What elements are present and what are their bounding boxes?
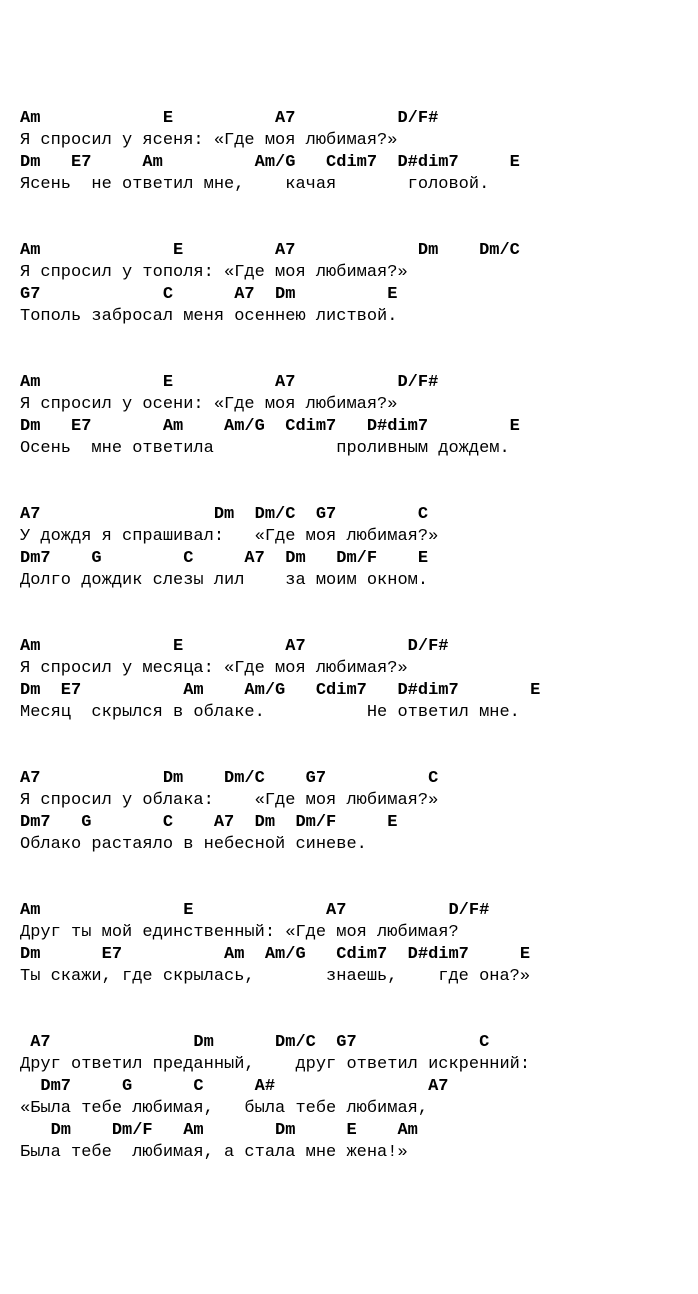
blank-line	[20, 482, 698, 504]
chord-line: Dm7 G C A# A7	[20, 1076, 698, 1098]
blank-line	[20, 460, 698, 482]
chord-line: Dm E7 Am Am/G Cdim7 D#dim7 E	[20, 416, 698, 438]
lyric-line: Облако растаяло в небесной синеве.	[20, 834, 698, 856]
lyric-line: Я спросил у облака: «Где моя любимая?»	[20, 790, 698, 812]
chord-line: G7 C A7 Dm E	[20, 284, 698, 306]
song-sheet: Am E A7 D/F#Я спросил у ясеня: «Где моя …	[20, 108, 698, 1164]
chord-line: Dm E7 Am Am/G Cdim7 D#dim7 E	[20, 680, 698, 702]
chord-line: Dm7 G C A7 Dm Dm/F E	[20, 548, 698, 570]
lyric-line: Ты скажи, где скрылась, знаешь, где она?…	[20, 966, 698, 988]
lyric-line: Ясень не ответил мне, качая головой.	[20, 174, 698, 196]
lyric-line: Месяц скрылся в облаке. Не ответил мне.	[20, 702, 698, 724]
chord-line: Am E A7 Dm Dm/C	[20, 240, 698, 262]
blank-line	[20, 878, 698, 900]
chord-line: Dm7 G C A7 Dm Dm/F E	[20, 812, 698, 834]
chord-line: Dm E7 Am Am/G Cdim7 D#dim7 E	[20, 152, 698, 174]
lyric-line: Я спросил у осени: «Где моя любимая?»	[20, 394, 698, 416]
chord-line: Am E A7 D/F#	[20, 636, 698, 658]
lyric-line: Я спросил у ясеня: «Где моя любимая?»	[20, 130, 698, 152]
blank-line	[20, 746, 698, 768]
lyric-line: Была тебе любимая, а стала мне жена!»	[20, 1142, 698, 1164]
blank-line	[20, 592, 698, 614]
lyric-line: Я спросил у месяца: «Где моя любимая?»	[20, 658, 698, 680]
lyric-line: Я спросил у тополя: «Где моя любимая?»	[20, 262, 698, 284]
lyric-line: Друг ответил преданный, друг ответил иск…	[20, 1054, 698, 1076]
blank-line	[20, 856, 698, 878]
chord-line: A7 Dm Dm/C G7 C	[20, 504, 698, 526]
chord-line: A7 Dm Dm/C G7 C	[20, 1032, 698, 1054]
blank-line	[20, 328, 698, 350]
lyric-line: Долго дождик слезы лил за моим окном.	[20, 570, 698, 592]
blank-line	[20, 614, 698, 636]
lyric-line: «Была тебе любимая, была тебе любимая,	[20, 1098, 698, 1120]
lyric-line: У дождя я спрашивал: «Где моя любимая?»	[20, 526, 698, 548]
lyric-line: Тополь забросал меня осеннею листвой.	[20, 306, 698, 328]
blank-line	[20, 218, 698, 240]
lyric-line: Друг ты мой единственный: «Где моя любим…	[20, 922, 698, 944]
chord-line: Dm Dm/F Am Dm E Am	[20, 1120, 698, 1142]
blank-line	[20, 1010, 698, 1032]
chord-line: Am E A7 D/F#	[20, 372, 698, 394]
blank-line	[20, 988, 698, 1010]
chord-line: Dm E7 Am Am/G Cdim7 D#dim7 E	[20, 944, 698, 966]
chord-line: A7 Dm Dm/C G7 C	[20, 768, 698, 790]
blank-line	[20, 724, 698, 746]
chord-line: Am E A7 D/F#	[20, 108, 698, 130]
blank-line	[20, 350, 698, 372]
chord-line: Am E A7 D/F#	[20, 900, 698, 922]
lyric-line: Осень мне ответила проливным дождем.	[20, 438, 698, 460]
blank-line	[20, 196, 698, 218]
